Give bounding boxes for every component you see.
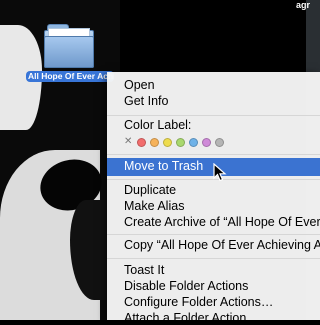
menu-item-make-alias[interactable]: Make Alias [124,199,184,213]
green-label-dot[interactable] [176,138,185,147]
menu-item-create-archive[interactable]: Create Archive of “All Hope Of Ever A [124,215,320,229]
menu-item-configure-folder-actions[interactable]: Configure Folder Actions… [124,295,273,309]
no-label-icon[interactable]: ✕ [124,136,132,147]
menu-separator [107,234,320,235]
yellow-label-dot[interactable] [163,138,172,147]
menu-separator [107,115,320,116]
gray-label-dot[interactable] [215,138,224,147]
menu-item-get-info[interactable]: Get Info [124,94,168,108]
menu-item-open[interactable]: Open [124,78,155,92]
orange-label-dot[interactable] [150,138,159,147]
menu-item-toast-it[interactable]: Toast It [124,263,164,277]
menu-separator [107,154,320,155]
menubar-text: agr [296,0,311,10]
context-menu: Open Get Info Color Label: ✕ Move to Tra… [107,72,320,325]
purple-label-dot[interactable] [202,138,211,147]
menu-item-duplicate[interactable]: Duplicate [124,183,176,197]
mouse-pointer-icon [213,163,227,182]
menu-separator [107,258,320,259]
menu-item-copy[interactable]: Copy “All Hope Of Ever Achieving An [124,238,320,252]
folder-icon[interactable] [44,20,94,68]
menu-item-disable-folder-actions[interactable]: Disable Folder Actions [124,279,248,293]
menu-item-attach-folder-action[interactable]: Attach a Folder Action [124,311,246,325]
menu-item-label: Move to Trash [124,159,204,173]
blue-label-dot[interactable] [189,138,198,147]
red-label-dot[interactable] [137,138,146,147]
color-label-heading: Color Label: [124,118,192,132]
folder-name-label[interactable]: All Hope Of Ever Achieving Anything [26,71,114,82]
